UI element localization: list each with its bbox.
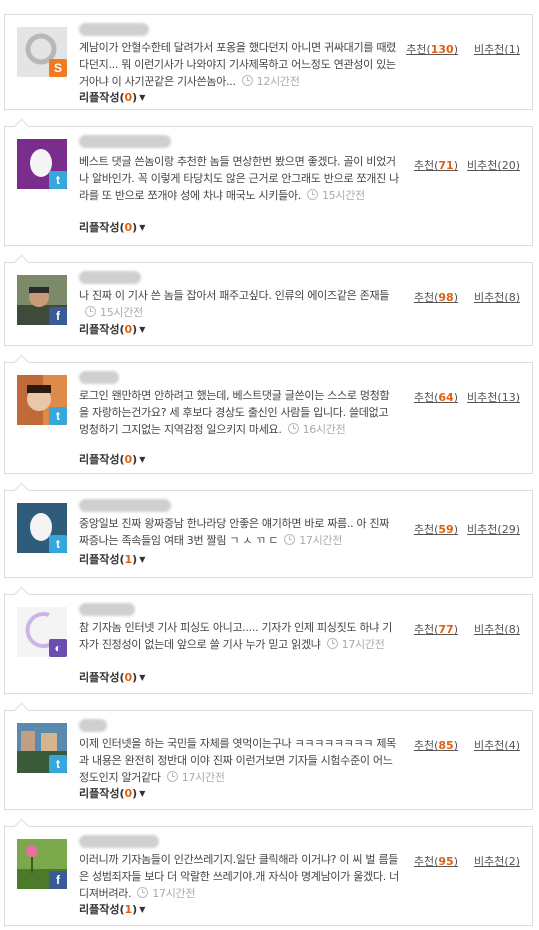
comment-text: 중앙일보 진짜 왕짜증남 한나라당 안좋은 얘기하면 바로 짜름.. 아 진짜 …: [79, 517, 390, 547]
clock-icon: [137, 887, 149, 898]
caret-down-icon: ▼: [139, 455, 146, 464]
caret-down-icon: ▼: [139, 555, 146, 564]
comment-time: 17시간전: [321, 638, 385, 651]
not-recommend-button[interactable]: 비추천(2): [474, 853, 520, 869]
comment-time: 15시간전: [301, 189, 365, 202]
recommend-button[interactable]: 추천(98): [414, 289, 458, 305]
comment-item: t 중앙일보 진짜 왕짜증남 한나라당 안좋은 얘기하면 바로 짜름.. 아 진…: [4, 482, 533, 578]
recommend-button[interactable]: 추천(64): [414, 389, 458, 405]
comment-text: 이제 인터넷을 하는 국민들 자체를 엿먹이는구나 ㅋㅋㅋㅋㅋㅋㅋㅋ 제목과 내…: [79, 737, 396, 784]
twitter-icon: t: [49, 171, 67, 189]
author-name: [79, 135, 171, 148]
author-name: [79, 271, 141, 284]
speech-notch: [13, 586, 30, 603]
comment-time: 17시간전: [278, 534, 342, 547]
reply-button[interactable]: 리플작성(0) ▼: [79, 785, 145, 801]
clock-icon: [284, 534, 296, 545]
speech-notch: [13, 254, 30, 271]
clock-icon: [287, 423, 299, 434]
reply-button[interactable]: 리플작성(0) ▼: [79, 321, 145, 337]
comment-time: 17시간전: [131, 887, 195, 900]
recommend-button[interactable]: 추천(130): [406, 41, 458, 57]
comment-item: S 계남이가 안혈수한테 달려가서 포옹을 했다던지 아니면 귀싸대기를 때렸다…: [4, 14, 533, 110]
yozm-icon: ◐: [49, 639, 67, 657]
comment-body: 이러니까 기자놈들이 인간쓰레기지.일단 클릭해라 이거냐? 이 씨 벌 름들은…: [79, 851, 399, 902]
twitter-icon: t: [49, 407, 67, 425]
sns-s-icon: S: [49, 59, 67, 77]
comment-body: 이제 인터넷을 하는 국민들 자체를 엿먹이는구나 ㅋㅋㅋㅋㅋㅋㅋㅋ 제목과 내…: [79, 735, 399, 786]
reply-button[interactable]: 리플작성(0) ▼: [79, 451, 145, 467]
comment-item: f 이러니까 기자놈들이 인간쓰레기지.일단 클릭해라 이거냐? 이 씨 벌 름…: [4, 818, 533, 926]
reply-button[interactable]: 리플작성(1) ▼: [79, 901, 145, 917]
comment-time: 17시간전: [161, 771, 225, 784]
author-name: [79, 835, 159, 848]
facebook-icon: f: [49, 307, 67, 325]
comment-body: 중앙일보 진짜 왕짜증남 한나라당 안좋은 얘기하면 바로 짜름.. 아 진짜 …: [79, 515, 399, 549]
comment-time: 16시간전: [282, 423, 346, 436]
clock-icon: [166, 771, 178, 782]
comment-text: 나 진짜 이 기사 쓴 놈들 잡아서 패주고싶다. 인류의 에이즈같은 존재들: [79, 289, 390, 302]
reply-button[interactable]: 리플작성(1) ▼: [79, 551, 145, 567]
comment-item: f 나 진짜 이 기사 쓴 놈들 잡아서 패주고싶다. 인류의 에이즈같은 존재…: [4, 254, 533, 346]
not-recommend-button[interactable]: 비추천(4): [474, 737, 520, 753]
reply-button[interactable]: 리플작성(0) ▼: [79, 89, 145, 105]
recommend-button[interactable]: 추천(95): [414, 853, 458, 869]
caret-down-icon: ▼: [139, 673, 146, 682]
comment-item: t 이제 인터넷을 하는 국민들 자체를 엿먹이는구나 ㅋㅋㅋㅋㅋㅋㅋㅋ 제목과…: [4, 702, 533, 810]
comment-body: 베스트 댓글 쓴놈이랑 추천한 놈들 면상한번 봤으면 좋겠다. 골이 비었거나…: [79, 153, 399, 204]
comment-body: 로그인 왠만하면 안하려고 했는데, 베스트댓글 글쓴이는 스스로 멍청함을 자…: [79, 387, 399, 438]
comment-body: 참 기자놈 인터넷 기사 피싱도 아니고..... 기자가 인제 피싱짓도 하냐…: [79, 619, 399, 653]
author-name: [79, 499, 171, 512]
recommend-button[interactable]: 추천(85): [414, 737, 458, 753]
clock-icon: [85, 306, 96, 317]
caret-down-icon: ▼: [139, 905, 146, 914]
comment-item: t 로그인 왠만하면 안하려고 했는데, 베스트댓글 글쓴이는 스스로 멍청함을…: [4, 354, 533, 474]
comment-time: 12시간전: [236, 75, 300, 88]
author-name: [79, 719, 107, 732]
speech-notch: [13, 118, 30, 135]
comment-item: t 베스트 댓글 쓴놈이랑 추천한 놈들 면상한번 봤으면 좋겠다. 골이 비었…: [4, 118, 533, 246]
caret-down-icon: ▼: [139, 93, 146, 102]
caret-down-icon: ▼: [139, 789, 146, 798]
clock-icon: [326, 638, 338, 649]
clock-icon: [306, 189, 318, 200]
caret-down-icon: ▼: [139, 223, 146, 232]
comment-body: 나 진짜 이 기사 쓴 놈들 잡아서 패주고싶다. 인류의 에이즈같은 존재들 1…: [79, 287, 399, 321]
not-recommend-button[interactable]: 비추천(1): [474, 41, 520, 57]
comment-body: 계남이가 안혈수한테 달려가서 포옹을 했다던지 아니면 귀싸대기를 때렸다던지…: [79, 39, 399, 90]
speech-notch: [13, 482, 30, 499]
not-recommend-button[interactable]: 비추천(8): [474, 621, 520, 637]
reply-button[interactable]: 리플작성(0) ▼: [79, 219, 145, 235]
speech-notch: [13, 702, 30, 719]
twitter-icon: t: [49, 535, 67, 553]
facebook-icon: f: [49, 871, 67, 889]
author-name: [79, 603, 135, 616]
comment-time: 15시간전: [79, 306, 143, 319]
twitter-icon: t: [49, 755, 67, 773]
recommend-button[interactable]: 추천(59): [414, 521, 458, 537]
recommend-button[interactable]: 추천(71): [414, 157, 458, 173]
speech-notch: [13, 818, 30, 835]
recommend-button[interactable]: 추천(77): [414, 621, 458, 637]
caret-down-icon: ▼: [139, 325, 146, 334]
not-recommend-button[interactable]: 비추천(29): [467, 521, 520, 537]
not-recommend-button[interactable]: 비추천(13): [467, 389, 520, 405]
not-recommend-button[interactable]: 비추천(20): [467, 157, 520, 173]
author-name: [79, 23, 149, 36]
author-name: [79, 371, 119, 384]
speech-notch: [13, 354, 30, 371]
comment-text: 이러니까 기자놈들이 인간쓰레기지.일단 클릭해라 이거냐? 이 씨 벌 름들은…: [79, 853, 399, 900]
clock-icon: [241, 75, 253, 86]
reply-button[interactable]: 리플작성(0) ▼: [79, 669, 145, 685]
comment-item: ◐ 참 기자놈 인터넷 기사 피싱도 아니고..... 기자가 인제 피싱짓도 …: [4, 586, 533, 694]
not-recommend-button[interactable]: 비추천(8): [474, 289, 520, 305]
